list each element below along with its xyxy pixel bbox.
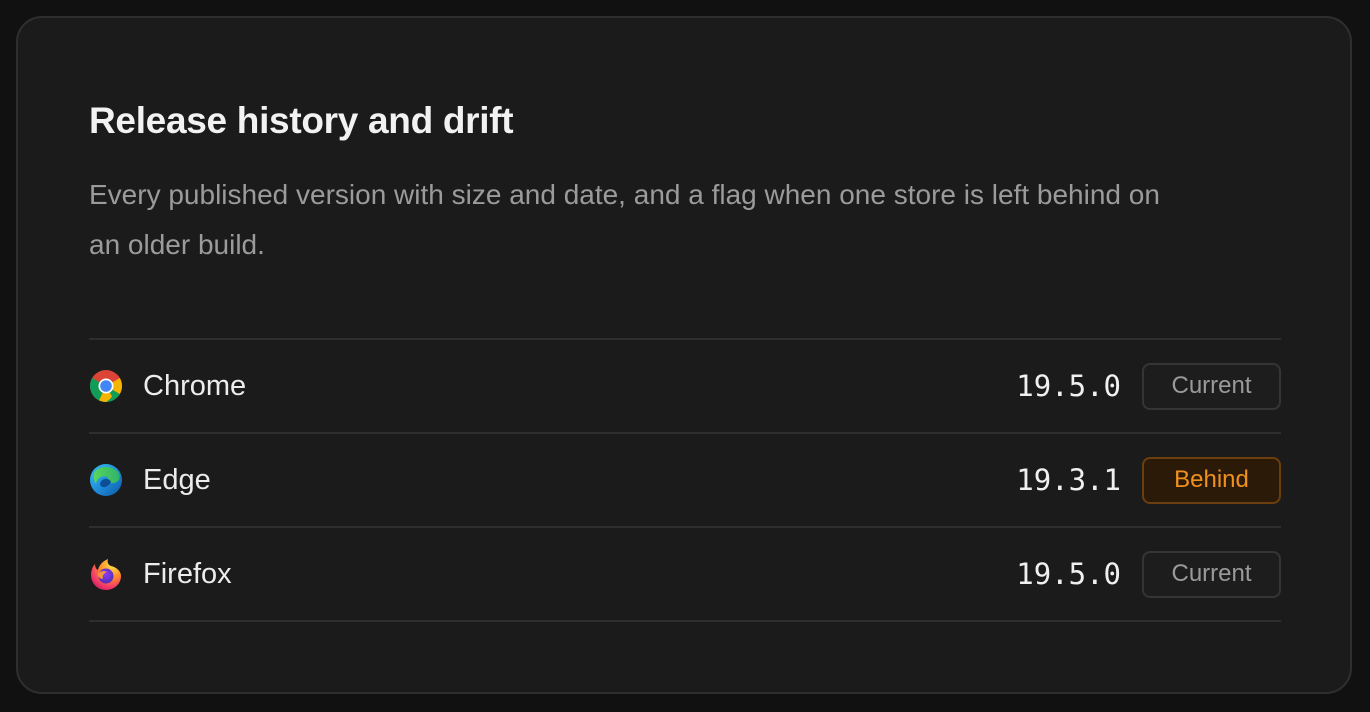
list-item-chrome: Chrome 19.5.0 Current [89,340,1281,434]
status-badge: Behind [1142,456,1281,504]
browser-name: Edge [143,463,211,496]
version-number: 19.3.1 [1016,463,1121,497]
release-history-card: Release history and drift Every publishe… [16,16,1352,694]
chrome-icon [89,369,123,403]
firefox-icon [89,557,123,591]
status-badge: Current [1142,550,1281,598]
browser-name: Chrome [143,369,247,402]
status-badge: Current [1142,362,1281,410]
list-item-edge: Edge 19.3.1 Behind [89,434,1281,528]
version-number: 19.5.0 [1016,369,1121,403]
version-number: 19.5.0 [1016,557,1121,591]
card-description: Every published version with size and da… [89,179,1160,260]
browser-version-list: Chrome 19.5.0 Current Edge 19.3.1 Behind… [89,338,1281,622]
card-title: Release history and drift [89,100,514,141]
edge-icon [89,463,123,497]
list-item-firefox: Firefox 19.5.0 Current [89,528,1281,622]
browser-name: Firefox [143,557,232,590]
